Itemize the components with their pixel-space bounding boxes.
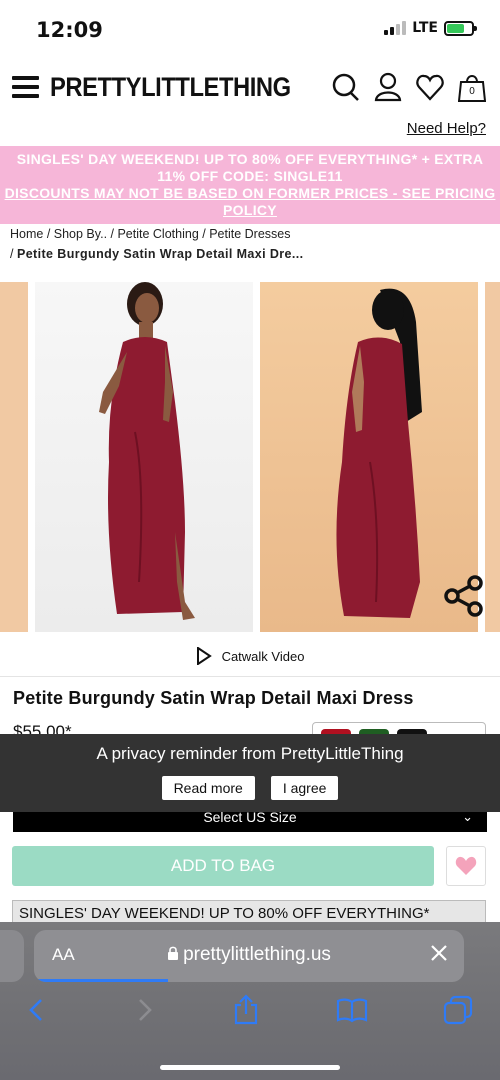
share-icon[interactable] bbox=[442, 574, 486, 618]
bag-count: 0 bbox=[469, 86, 475, 97]
promo-line-1: SINGLES' DAY WEEKEND! UP TO 80% OFF EVER… bbox=[16, 151, 484, 167]
browser-nav bbox=[0, 994, 500, 1034]
breadcrumb-shop-by[interactable]: Shop By.. bbox=[54, 227, 107, 241]
heart-icon bbox=[455, 856, 477, 875]
wishlist-icon[interactable] bbox=[416, 72, 444, 102]
search-icon[interactable] bbox=[332, 72, 360, 102]
forward-icon[interactable] bbox=[128, 994, 160, 1026]
product-gallery[interactable] bbox=[0, 282, 500, 632]
previous-tab[interactable] bbox=[0, 930, 24, 982]
divider bbox=[0, 676, 500, 677]
catwalk-video-button[interactable]: Catwalk Video bbox=[0, 640, 500, 672]
add-to-bag-button[interactable]: ADD TO BAG bbox=[12, 846, 434, 886]
home-indicator bbox=[160, 1065, 340, 1070]
breadcrumb-home[interactable]: Home bbox=[10, 227, 43, 241]
network-label: LTE bbox=[412, 20, 438, 36]
close-icon[interactable] bbox=[428, 942, 450, 969]
promo-banner[interactable]: SINGLES' DAY WEEKEND! UP TO 80% OFF EVER… bbox=[0, 146, 500, 224]
read-more-button[interactable]: Read more bbox=[161, 776, 255, 800]
menu-icon[interactable] bbox=[12, 76, 39, 98]
chevron-down-icon: ⌄ bbox=[462, 809, 473, 824]
gallery-image-1[interactable] bbox=[35, 282, 253, 632]
account-icon[interactable] bbox=[374, 72, 402, 102]
status-icons: LTE bbox=[384, 20, 477, 36]
breadcrumb-petite-clothing[interactable]: Petite Clothing bbox=[117, 227, 198, 241]
play-icon bbox=[196, 647, 212, 665]
url-text: prettylittlething.us bbox=[183, 944, 331, 965]
gallery-image-prev[interactable] bbox=[0, 282, 28, 632]
tabs-icon[interactable] bbox=[442, 994, 474, 1026]
site-logo[interactable]: PRETTYLITTLETHING bbox=[50, 72, 291, 103]
battery-icon bbox=[444, 20, 477, 36]
bookmarks-icon[interactable] bbox=[336, 994, 368, 1026]
bag-icon[interactable]: 0 bbox=[457, 72, 487, 102]
signal-icon bbox=[384, 21, 407, 35]
breadcrumb-current: Petite Burgundy Satin Wrap Detail Maxi D… bbox=[16, 247, 304, 261]
privacy-banner: A privacy reminder from PrettyLittleThin… bbox=[0, 734, 500, 812]
back-icon[interactable] bbox=[22, 994, 54, 1026]
clock: 12:09 bbox=[36, 18, 103, 42]
gallery-image-next[interactable] bbox=[485, 282, 500, 632]
catwalk-label: Catwalk Video bbox=[221, 648, 305, 664]
site-header: PRETTYLITTLETHING 0 bbox=[0, 64, 500, 114]
page-load-progress bbox=[34, 979, 168, 982]
wishlist-button[interactable] bbox=[446, 846, 486, 886]
address-bar[interactable]: AA prettylittlething.us bbox=[34, 930, 464, 982]
size-select[interactable]: Select US Size ⌄ bbox=[13, 810, 487, 832]
status-bar: 12:09 LTE bbox=[0, 0, 500, 58]
url-display: prettylittlething.us bbox=[34, 944, 464, 966]
breadcrumb-petite-dresses[interactable]: Petite Dresses bbox=[209, 227, 290, 241]
agree-button[interactable]: I agree bbox=[270, 776, 339, 800]
privacy-message: A privacy reminder from PrettyLittleThin… bbox=[96, 744, 404, 763]
share-sheet-icon[interactable] bbox=[230, 994, 262, 1026]
need-help-link[interactable]: Need Help? bbox=[407, 120, 486, 137]
header-icons: 0 bbox=[332, 72, 487, 102]
lock-icon bbox=[168, 946, 179, 960]
browser-toolbar: AA prettylittlething.us bbox=[0, 922, 500, 1080]
breadcrumb: Home / Shop By.. / Petite Clothing / Pet… bbox=[10, 227, 304, 261]
pricing-policy-link[interactable]: DISCOUNTS MAY NOT BE BASED ON FORMER PRI… bbox=[0, 185, 500, 219]
product-title: Petite Burgundy Satin Wrap Detail Maxi D… bbox=[13, 688, 414, 708]
promo-line-2: 11% OFF CODE: SINGLE11 bbox=[157, 168, 343, 184]
